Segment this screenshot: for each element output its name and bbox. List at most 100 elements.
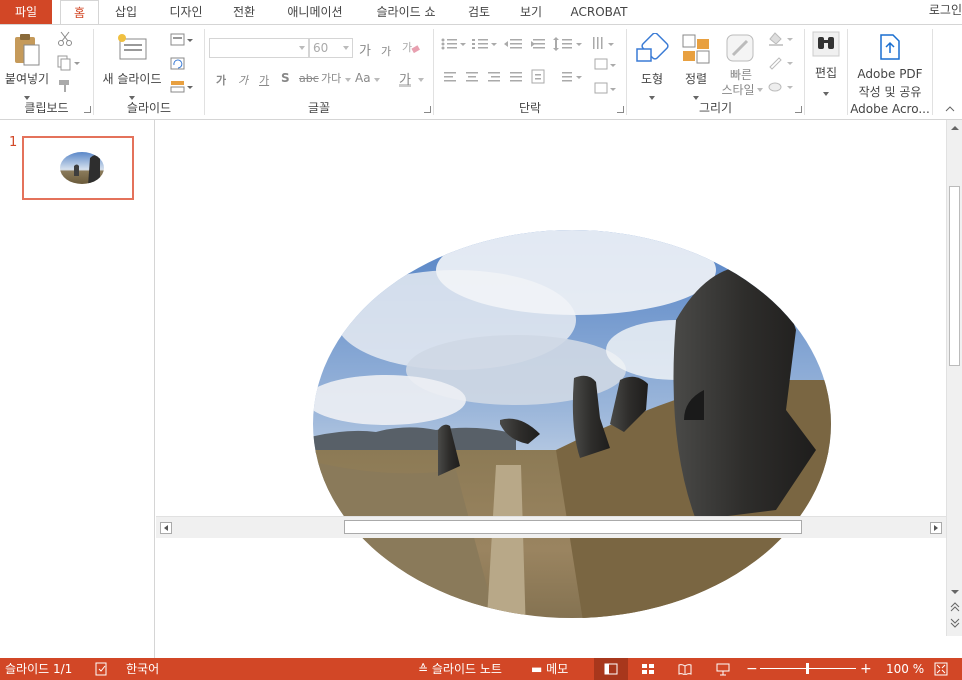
change-case-icon[interactable]: Aa — [355, 71, 381, 85]
group-paragraph: 단락 — [434, 25, 626, 119]
scroll-left-icon[interactable] — [160, 522, 172, 534]
scroll-up-icon[interactable] — [950, 124, 960, 132]
horizontal-scroll-thumb[interactable] — [344, 520, 802, 534]
new-slide-label: 새 슬라이드 — [102, 72, 162, 86]
notes-button[interactable]: ≙ 슬라이드 노트 — [418, 658, 502, 680]
shapes-icon — [636, 33, 669, 62]
login-link[interactable]: 로그인 — [929, 0, 962, 20]
chevron-down-icon — [757, 88, 763, 92]
section-icon[interactable] — [170, 80, 194, 94]
shadow-icon[interactable]: S — [281, 71, 290, 85]
zoom-slider-thumb[interactable] — [806, 663, 809, 674]
normal-view-button[interactable] — [594, 658, 628, 680]
char-spacing-icon[interactable]: 가다 — [321, 70, 351, 86]
quick-styles-label-2: 스타일 — [721, 83, 755, 97]
font-color-icon[interactable]: 가 — [399, 69, 411, 88]
fit-to-window-icon[interactable] — [934, 662, 948, 676]
create-pdf-button[interactable]: Adobe PDF 작성 및 공유 — [850, 29, 930, 99]
font-launcher-icon[interactable] — [424, 106, 431, 113]
tab-animations[interactable]: 애니메이션 — [277, 0, 353, 25]
ribbon: 붙여넣기 클립보드 새 슬라이드 슬라이드 60 가 가 가 가 가 가 S a… — [0, 24, 962, 120]
editing-button[interactable]: 편집 — [808, 29, 844, 96]
oval-photo-easter-island[interactable] — [306, 220, 846, 636]
language-indicator[interactable]: 한국어 — [126, 658, 159, 680]
tab-acrobat[interactable]: ACROBAT — [563, 0, 635, 25]
clear-formatting-icon[interactable]: 가 — [401, 39, 421, 55]
zoom-in-icon[interactable]: + — [860, 658, 872, 680]
reset-slide-icon[interactable] — [170, 57, 186, 71]
collapse-ribbon-icon[interactable] — [945, 105, 955, 113]
previous-slide-icon[interactable] — [950, 602, 960, 612]
paragraph-toolbar-icons[interactable] — [438, 35, 624, 99]
vertical-scrollbar[interactable] — [946, 120, 962, 636]
tab-insert[interactable]: 삽입 — [105, 0, 147, 25]
drawing-launcher-icon[interactable] — [795, 106, 802, 113]
comments-button[interactable]: ▬ 메모 — [531, 658, 568, 680]
chevron-down-icon — [418, 78, 424, 82]
shape-effects-icon[interactable] — [767, 79, 797, 95]
group-drawing: 도형 정렬 빠른 스타일 그리기 — [627, 25, 804, 119]
slide-number: 1 — [9, 135, 18, 150]
slide-canvas — [306, 220, 846, 636]
grow-font-icon[interactable]: 가 — [359, 40, 371, 59]
create-pdf-label-1: Adobe PDF — [857, 67, 923, 81]
zoom-out-icon[interactable]: − — [746, 658, 758, 680]
slide-sorter-icon[interactable] — [641, 663, 655, 675]
create-pdf-label-2: 작성 및 공유 — [858, 85, 922, 99]
scroll-right-icon[interactable] — [930, 522, 942, 534]
chevron-down-icon — [343, 46, 349, 50]
new-slide-button[interactable]: 새 슬라이드 — [96, 29, 166, 100]
format-painter-icon[interactable] — [57, 78, 73, 94]
copy-icon[interactable] — [57, 55, 81, 71]
new-slide-icon — [118, 34, 147, 60]
tab-transitions[interactable]: 전환 — [223, 0, 265, 25]
find-binoculars-icon — [812, 31, 840, 57]
bold-icon[interactable]: 가 — [216, 72, 226, 88]
paragraph-launcher-icon[interactable] — [617, 106, 624, 113]
shape-fill-icon[interactable] — [767, 31, 797, 47]
tab-slideshow[interactable]: 슬라이드 쇼 — [365, 0, 447, 25]
create-share-pdf-icon — [880, 34, 900, 60]
shrink-font-icon[interactable]: 가 — [381, 43, 391, 59]
zoom-level[interactable]: 100 % — [886, 658, 924, 680]
tab-home[interactable]: 홈 — [60, 0, 99, 26]
shapes-label: 도형 — [640, 72, 664, 86]
arrange-label: 정렬 — [684, 72, 708, 86]
shape-outline-icon[interactable] — [767, 55, 797, 71]
strikethrough-icon[interactable]: abc — [299, 72, 319, 85]
quick-styles-icon — [726, 34, 754, 62]
font-name-select[interactable] — [209, 38, 309, 58]
tab-design[interactable]: 디자인 — [160, 0, 212, 25]
slide-count: 슬라이드 1/1 — [5, 662, 73, 676]
scroll-down-icon[interactable] — [950, 588, 960, 596]
shapes-button[interactable]: 도형 — [631, 29, 673, 100]
group-label-slides: 슬라이드 — [126, 101, 172, 115]
slide-thumbnail[interactable] — [22, 136, 134, 200]
next-slide-icon[interactable] — [950, 618, 960, 628]
reading-view-icon[interactable] — [678, 663, 692, 675]
horizontal-scrollbar[interactable] — [156, 516, 946, 538]
notes-label: 슬라이드 노트 — [431, 662, 502, 676]
thumbnail-pane: 1 — [0, 120, 155, 658]
cut-icon[interactable] — [57, 31, 73, 47]
tab-view[interactable]: 보기 — [510, 0, 552, 25]
paste-button[interactable]: 붙여넣기 — [2, 29, 52, 100]
underline-icon[interactable]: 가 — [259, 72, 269, 88]
tab-review[interactable]: 검토 — [458, 0, 500, 25]
notes-icon: ≙ — [418, 662, 432, 676]
arrange-icon — [682, 34, 710, 64]
spell-check-icon[interactable] — [95, 662, 109, 676]
group-adobe-acrobat: Adobe PDF 작성 및 공유 Adobe Acro... — [848, 25, 932, 119]
layout-icon[interactable] — [170, 33, 194, 47]
slide-editor[interactable] — [156, 120, 946, 636]
divider — [932, 29, 933, 115]
arrange-button[interactable]: 정렬 — [675, 29, 717, 100]
paste-icon — [15, 34, 40, 66]
vertical-scroll-thumb[interactable] — [949, 186, 960, 366]
clipboard-launcher-icon[interactable] — [84, 106, 91, 113]
group-label-drawing: 그리기 — [698, 101, 733, 115]
tab-file[interactable]: 파일 — [0, 0, 52, 25]
italic-icon[interactable]: 가 — [238, 72, 248, 88]
quick-styles-button[interactable]: 빠른 스타일 — [717, 29, 765, 97]
slideshow-icon[interactable] — [716, 662, 730, 676]
